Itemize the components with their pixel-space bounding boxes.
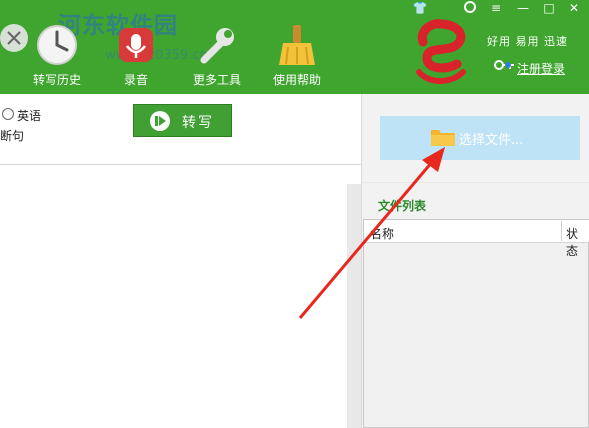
play-icon — [149, 110, 171, 136]
register-login-link[interactable]: 注册登录 — [517, 60, 565, 77]
convert-button[interactable]: 转写 — [133, 104, 232, 137]
column-header-name[interactable]: 名称 — [370, 225, 394, 242]
file-list-table[interactable] — [363, 219, 589, 428]
close-button[interactable]: ✕ — [564, 0, 584, 16]
clock-icon — [34, 22, 80, 71]
column-header-status[interactable]: 状态 — [566, 225, 589, 259]
left-scrollbar[interactable] — [347, 184, 361, 428]
maximize-button[interactable]: □ — [539, 0, 559, 16]
toolbar-button-help[interactable]: 使用帮助 — [262, 14, 332, 90]
file-list-header — [364, 220, 589, 243]
toolbar-label-history: 转写历史 — [32, 73, 81, 87]
sentence-option-label: 断句 — [0, 129, 25, 143]
skin-icon[interactable]: 👕 — [410, 0, 430, 16]
key-icon — [494, 58, 516, 72]
toolbar-label-record: 录音 — [123, 73, 148, 87]
microphone-icon — [113, 22, 159, 71]
divider — [362, 182, 589, 183]
wrench-icon — [194, 22, 240, 71]
toolbar-label-help: 使用帮助 — [272, 73, 321, 87]
select-file-label: 选择文件... — [459, 133, 524, 148]
toolbar-button-record[interactable]: 录音 — [101, 14, 171, 90]
toolbar-button-more-tools[interactable]: 更多工具 — [182, 14, 252, 90]
convert-button-label: 转写 — [182, 115, 214, 131]
english-radio[interactable] — [2, 108, 14, 120]
file-list-title: 文件列表 — [378, 199, 427, 213]
brand-slogan: 好用 易用 迅速 — [487, 35, 568, 48]
toolbar-button-history[interactable]: 转写历史 — [22, 14, 92, 90]
folder-icon — [430, 127, 456, 151]
menu-icon[interactable]: ≡ — [486, 0, 506, 16]
toolbar-label-more-tools: 更多工具 — [192, 73, 241, 87]
english-radio-label: 英语 — [17, 109, 42, 123]
select-file-button[interactable]: 选择文件... — [380, 116, 580, 160]
broom-icon — [274, 22, 320, 71]
column-divider — [561, 221, 562, 241]
brand-mini-icon — [460, 0, 480, 16]
minimize-button[interactable]: — — [513, 0, 533, 16]
brand-logo — [405, 18, 475, 88]
